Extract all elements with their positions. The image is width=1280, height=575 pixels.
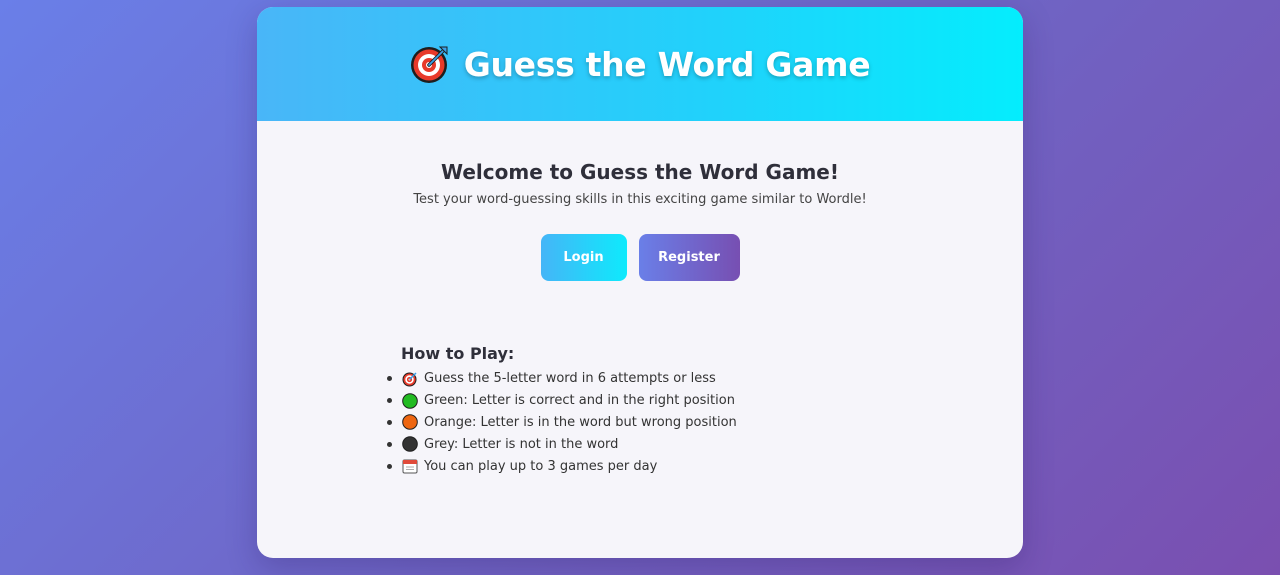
login-button[interactable]: Login [540,234,627,281]
auth-buttons: Login Register [257,234,1023,281]
list-item: You can play up to 3 games per day [387,455,892,477]
rules-list: Guess the 5-letter word in 6 attempts or… [387,368,892,477]
page-title: Guess the Word Game [463,44,871,84]
list-item: Green: Letter is correct and in the righ… [387,390,892,412]
welcome-heading: Welcome to Guess the Word Game! [441,160,839,184]
welcome-subtitle: Test your word-guessing skills in this e… [413,192,867,207]
rule-text: You can play up to 3 games per day [424,458,658,474]
rule-text: Guess the 5-letter word in 6 attempts or… [424,371,716,387]
list-item: Guess the 5-letter word in 6 attempts or… [387,368,892,390]
rule-text: Green: Letter is correct and in the righ… [424,393,735,409]
orange-circle-icon [402,414,418,431]
list-item: Grey: Letter is not in the word [387,433,892,455]
welcome-section: Welcome to Guess the Word Game! Test you… [257,160,1023,207]
calendar-icon [402,459,418,474]
rule-text: Orange: Letter is in the word but wrong … [424,414,737,430]
header-banner: Guess the Word Game [257,7,1023,121]
green-circle-icon [402,392,418,409]
bullet-icon [387,376,392,382]
bullet-icon [387,398,392,404]
how-to-play-heading: How to Play: [401,344,515,363]
bullet-icon [387,441,392,447]
bullet-icon [387,463,392,469]
register-button[interactable]: Register [638,234,740,281]
grey-circle-icon [402,436,418,453]
how-to-play-panel: How to Play: Guess the 5-letter word in … [387,337,892,489]
main-card: Guess the Word Game Welcome to Guess the… [257,7,1023,558]
list-item: Orange: Letter is in the word but wrong … [387,412,892,434]
target-icon [410,46,448,83]
bullet-icon [387,419,392,425]
target-icon [402,372,417,387]
rule-text: Grey: Letter is not in the word [424,436,619,452]
